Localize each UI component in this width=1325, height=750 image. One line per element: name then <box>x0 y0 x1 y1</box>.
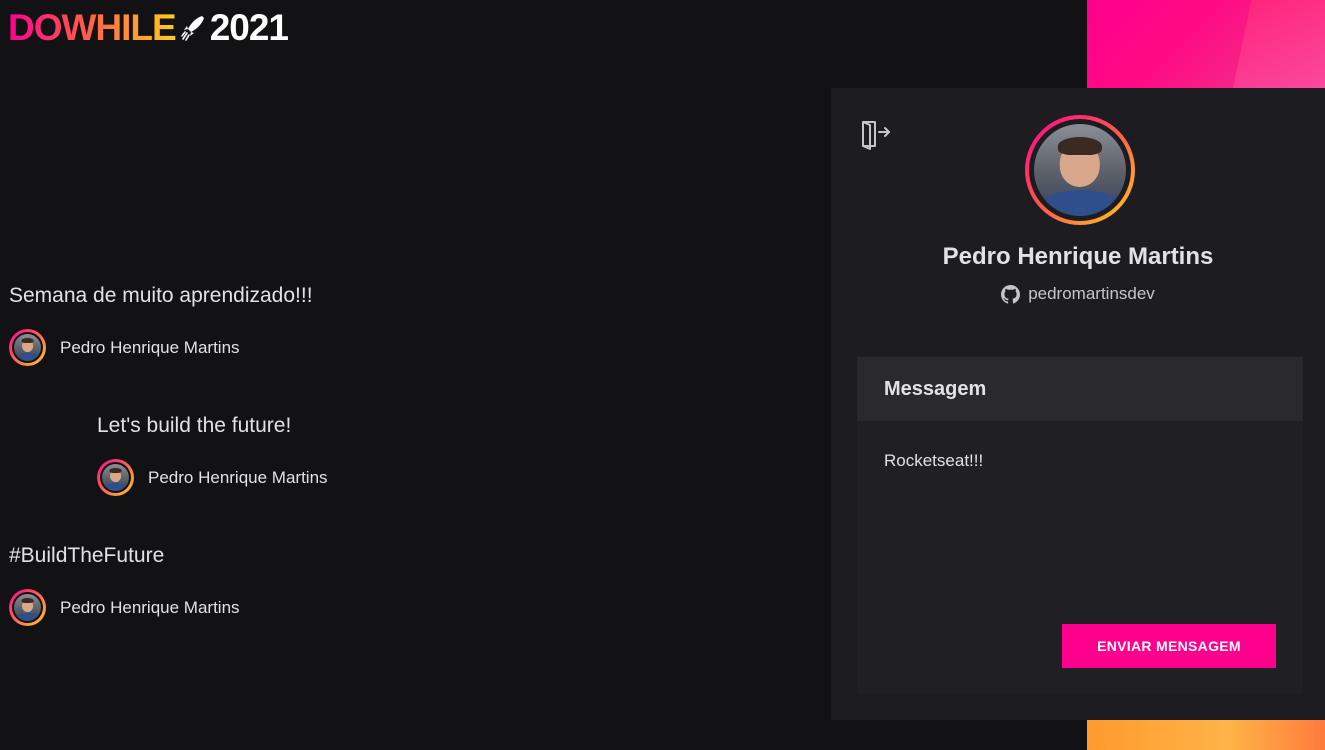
dowhile-logo: DOWHILE 2021 <box>8 7 289 48</box>
logo-year: 2021 <box>209 7 289 48</box>
decorative-gradient-bottom <box>1087 720 1325 750</box>
message-text: #BuildTheFuture <box>9 544 165 567</box>
profile-name: Pedro Henrique Martins <box>942 243 1214 270</box>
message-form: Messagem Rocketseat!!! ENVIAR MENSAGEM <box>857 357 1303 694</box>
logo-word: DOWHILE <box>8 7 177 48</box>
message-user: Pedro Henrique Martins <box>97 459 328 496</box>
message-user: Pedro Henrique Martins <box>9 329 313 366</box>
message-item: Semana de muito aprendizado!!! Pedro Hen… <box>9 284 313 366</box>
user-avatar <box>9 589 46 626</box>
message-user: Pedro Henrique Martins <box>9 589 240 626</box>
profile-avatar <box>1025 115 1135 225</box>
rocket-icon <box>180 15 204 41</box>
message-textarea[interactable]: Rocketseat!!! <box>884 451 1276 601</box>
user-avatar <box>97 459 134 496</box>
message-item: #BuildTheFuture Pedro Henrique Martins <box>9 544 240 626</box>
send-message-button[interactable]: ENVIAR MENSAGEM <box>1062 624 1276 668</box>
message-text: Semana de muito aprendizado!!! <box>9 284 313 307</box>
github-username: pedromartinsdev <box>1028 284 1155 303</box>
app-page: DOWHILE 2021 Semana de muito aprendizado… <box>0 0 1325 750</box>
user-name: Pedro Henrique Martins <box>60 337 240 357</box>
github-icon <box>1001 284 1021 304</box>
send-message-panel: Pedro Henrique Martins pedromartinsdev M… <box>831 88 1325 720</box>
message-text: Let's build the future! <box>97 414 292 437</box>
user-avatar <box>9 329 46 366</box>
sign-out-icon[interactable] <box>859 118 891 150</box>
form-title: Messagem <box>857 357 1303 421</box>
user-name: Pedro Henrique Martins <box>148 467 328 487</box>
message-item: Let's build the future! Pedro Henrique M… <box>97 414 328 496</box>
decorative-gradient-top <box>1087 0 1325 88</box>
user-name: Pedro Henrique Martins <box>60 597 240 617</box>
github-link[interactable]: pedromartinsdev <box>831 284 1325 304</box>
